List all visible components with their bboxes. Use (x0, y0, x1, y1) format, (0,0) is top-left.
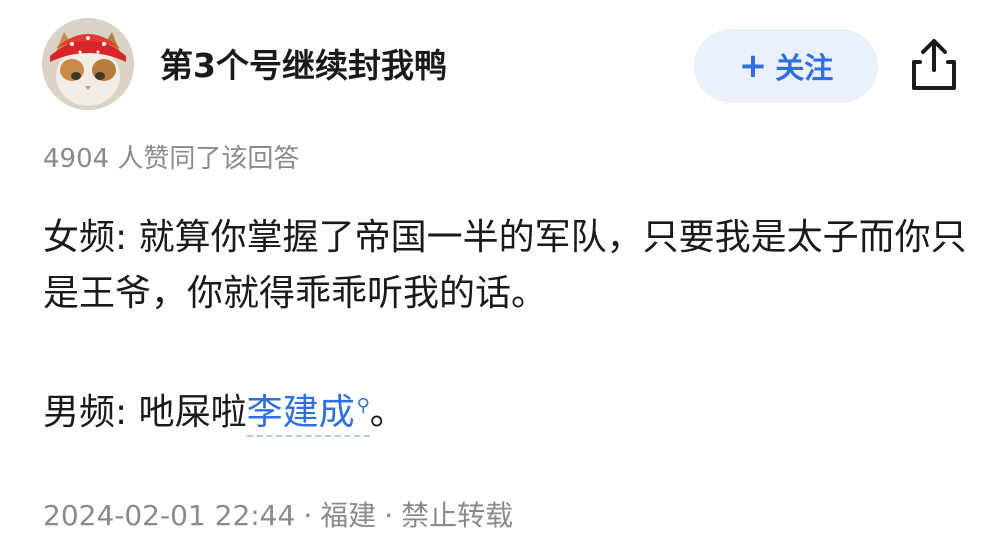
copyright-notice: 禁止转载 (401, 499, 514, 532)
share-button[interactable] (906, 36, 962, 94)
author-name[interactable]: 第3个号继续封我鸭 (160, 44, 447, 88)
follow-button[interactable]: + 关注 (694, 29, 878, 103)
avatar[interactable] (42, 18, 134, 110)
search-link[interactable]: 李建成 ⚲ (246, 392, 370, 437)
para-prefix: 男频: 吔屎啦 (43, 392, 247, 433)
search-icon: ⚲ (356, 395, 370, 416)
post-date: 2024-02-01 22:44 (43, 499, 296, 532)
answer-paragraph: 女频: 就算你掌握了帝国一半的军队，只要我是太子而你只是王爷，你就得乖乖听我的话… (43, 217, 967, 314)
separator: · (384, 499, 394, 532)
post-location: 福建 (320, 499, 377, 532)
follow-label: 关注 (775, 51, 834, 85)
share-icon (912, 39, 956, 90)
search-link-text: 李建成 (246, 392, 355, 433)
cat-avatar-icon (42, 18, 134, 110)
answer-meta: 2024-02-01 22:44 · 福建 · 禁止转载 (43, 496, 513, 536)
answer-content: 女频: 就算你掌握了帝国一半的军队，只要我是太子而你只是王爷，你就得乖乖听我的话… (43, 210, 973, 441)
separator: · (303, 499, 313, 532)
answer-paragraph: 男频: 吔屎啦李建成 ⚲。 (43, 378, 973, 441)
likes-count: 4904 人赞同了该回答 (43, 144, 300, 174)
para-suffix: 。 (369, 392, 406, 433)
plus-icon: + (738, 46, 768, 86)
answer-header: 第3个号继续封我鸭 + 关注 (0, 0, 1004, 130)
